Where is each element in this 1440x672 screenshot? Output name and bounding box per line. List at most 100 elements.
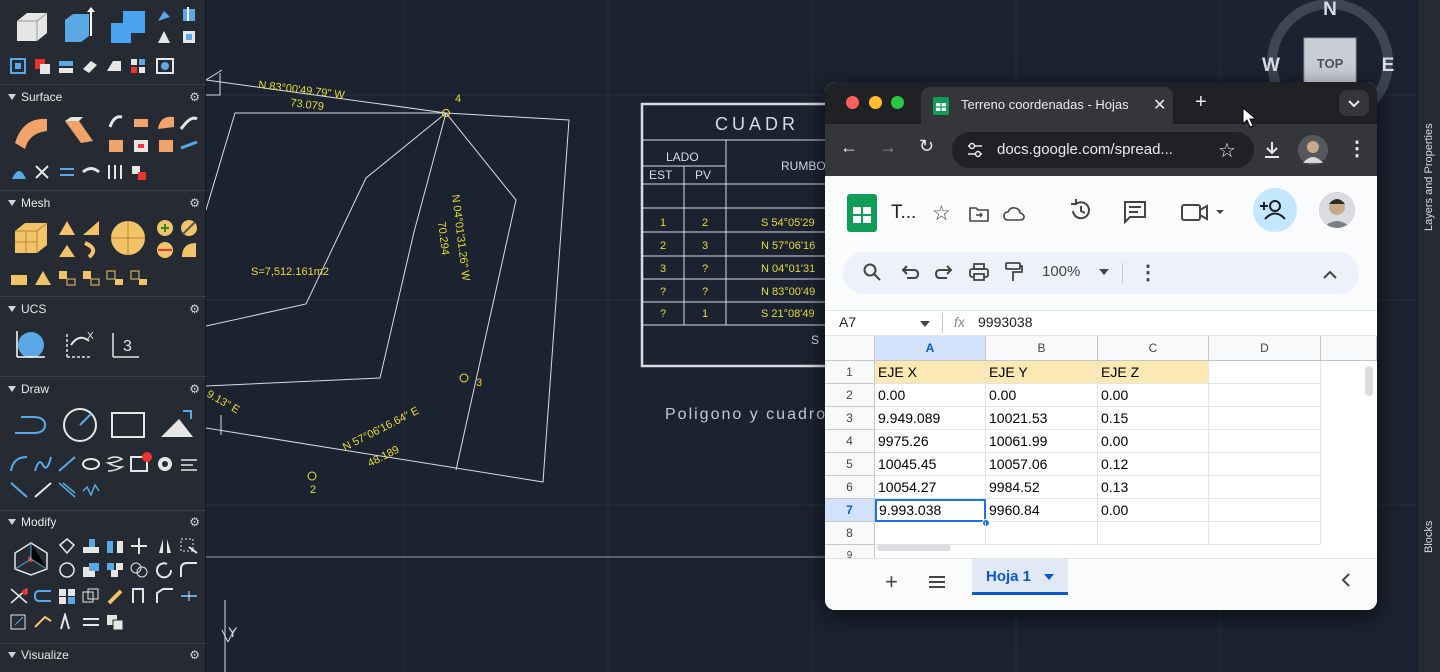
table-cell[interactable] bbox=[1209, 476, 1321, 499]
section-title-ucs[interactable]: UCS ⚙ bbox=[0, 299, 206, 319]
vertical-scrollbar-thumb[interactable] bbox=[1365, 366, 1373, 396]
line-icon[interactable] bbox=[56, 454, 78, 474]
table-cell[interactable]: 10054.27 bbox=[875, 476, 986, 499]
gear-icon[interactable]: ⚙ bbox=[189, 193, 200, 213]
table-cell[interactable]: 9984.52 bbox=[986, 476, 1098, 499]
section-plane-icon[interactable] bbox=[128, 56, 148, 76]
viewcube-top-face[interactable]: TOP bbox=[1317, 56, 1344, 71]
mesh-smooth-icon[interactable] bbox=[155, 218, 175, 238]
surface-edit-icon-3[interactable] bbox=[80, 162, 102, 182]
shell-icon[interactable] bbox=[104, 56, 124, 76]
collapse-menus-icon[interactable] bbox=[1323, 266, 1337, 284]
edit-hatch-icon[interactable] bbox=[56, 612, 78, 632]
mesh-edit-icon-3[interactable] bbox=[56, 268, 78, 288]
sheets-logo-icon[interactable] bbox=[847, 194, 877, 232]
table-cell[interactable]: 10021.53 bbox=[986, 407, 1098, 430]
box-solid-icon[interactable] bbox=[12, 8, 50, 46]
mirror-icon[interactable] bbox=[154, 536, 176, 556]
row-header[interactable]: 3 bbox=[825, 407, 875, 430]
section-title-modify[interactable]: Modify ⚙ bbox=[0, 512, 206, 532]
xline-icon[interactable] bbox=[32, 480, 54, 500]
browser-tab[interactable]: Terreno coordenadas - Hojas ✕ bbox=[921, 87, 1173, 124]
revolve-icon[interactable] bbox=[180, 6, 198, 24]
table-cell[interactable] bbox=[875, 522, 986, 545]
mesh-edit-icon-6[interactable] bbox=[128, 268, 150, 288]
column-header-empty[interactable] bbox=[1321, 336, 1377, 361]
mesh-edit-icon-1[interactable] bbox=[8, 268, 30, 288]
close-tab-icon[interactable]: ✕ bbox=[1153, 95, 1166, 115]
extrude-icon[interactable] bbox=[60, 6, 98, 46]
table-cell[interactable] bbox=[1209, 522, 1321, 545]
tab-search-button[interactable] bbox=[1339, 90, 1369, 116]
untrim-icon[interactable] bbox=[155, 135, 177, 155]
gizmo-icon[interactable] bbox=[10, 538, 52, 578]
back-icon[interactable]: ← bbox=[840, 137, 858, 158]
chamfer-icon[interactable] bbox=[154, 586, 176, 606]
presspull-icon[interactable] bbox=[180, 28, 198, 46]
network-surface-icon[interactable] bbox=[10, 112, 52, 152]
draworder-icon[interactable] bbox=[104, 612, 126, 632]
forward-icon[interactable]: → bbox=[879, 137, 897, 158]
account-avatar[interactable] bbox=[1319, 192, 1355, 228]
surface-edit-icon-5[interactable] bbox=[128, 162, 150, 182]
table-cell[interactable] bbox=[1209, 453, 1321, 476]
rotate-icon[interactable] bbox=[154, 560, 176, 580]
mesh-pyramid-icon[interactable] bbox=[56, 240, 78, 260]
version-history-icon[interactable] bbox=[1068, 198, 1094, 229]
section-title-visualize[interactable]: Visualize ⚙ bbox=[0, 645, 206, 665]
row-header[interactable]: 8 bbox=[825, 522, 875, 545]
mesh-box-icon[interactable] bbox=[10, 218, 52, 258]
sheet-tab-dropdown-icon[interactable] bbox=[1044, 574, 1054, 580]
close-window-button[interactable] bbox=[846, 96, 859, 109]
table-cell[interactable] bbox=[1209, 407, 1321, 430]
row-header[interactable]: 2 bbox=[825, 384, 875, 407]
hatch-icon[interactable] bbox=[156, 406, 198, 444]
row-header[interactable]: 9 bbox=[825, 545, 875, 558]
spline-icon[interactable] bbox=[32, 454, 54, 474]
table-cell[interactable]: 9960.84 bbox=[986, 499, 1098, 522]
intersect-icon[interactable] bbox=[32, 56, 52, 76]
table-cell[interactable]: 10057.06 bbox=[986, 453, 1098, 476]
table-cell[interactable]: 9.949.089 bbox=[875, 407, 986, 430]
paint-format-icon[interactable] bbox=[1005, 262, 1023, 287]
column-header[interactable]: A bbox=[875, 336, 986, 361]
gear-icon[interactable]: ⚙ bbox=[189, 87, 200, 107]
horizontal-scrollbar-thumb[interactable] bbox=[877, 544, 951, 551]
lengthen-icon[interactable] bbox=[32, 612, 54, 632]
undo-icon[interactable] bbox=[901, 264, 920, 285]
stretch-icon[interactable] bbox=[178, 536, 200, 556]
selected-cell[interactable]: 9.993.038 bbox=[875, 499, 986, 522]
table-cell[interactable]: EJE Z bbox=[1098, 361, 1209, 384]
rectangle-icon[interactable] bbox=[108, 406, 148, 444]
table-cell[interactable]: 0.13 bbox=[1098, 476, 1209, 499]
search-menus-icon[interactable] bbox=[863, 263, 881, 286]
table-cell[interactable] bbox=[1209, 361, 1321, 384]
ucs-3point-icon[interactable]: 3 bbox=[106, 326, 148, 362]
table-cell[interactable]: EJE X bbox=[875, 361, 986, 384]
sculpt-icon[interactable] bbox=[105, 135, 127, 155]
surface-edit-icon-4[interactable] bbox=[104, 162, 126, 182]
zoom-dropdown-icon[interactable] bbox=[1099, 269, 1109, 275]
table-cell[interactable] bbox=[1209, 499, 1321, 522]
pedit-icon[interactable] bbox=[8, 612, 30, 632]
omnibox[interactable]: docs.google.com/spread... ☆ bbox=[952, 132, 1254, 168]
table-cell[interactable]: 10045.45 bbox=[875, 453, 986, 476]
mesh-cone-icon[interactable] bbox=[56, 218, 78, 238]
divide-icon[interactable] bbox=[56, 480, 78, 500]
3drotate-icon[interactable] bbox=[56, 560, 78, 580]
table-cell[interactable] bbox=[1209, 430, 1321, 453]
fillet-surface-icon[interactable] bbox=[155, 112, 177, 132]
loft-icon[interactable] bbox=[155, 28, 173, 46]
cloud-status-icon[interactable] bbox=[1003, 206, 1025, 227]
gear-icon[interactable]: ⚙ bbox=[189, 379, 200, 399]
new-tab-icon[interactable]: + bbox=[1195, 91, 1207, 114]
break-icon[interactable] bbox=[128, 586, 150, 606]
interfere-icon[interactable] bbox=[154, 56, 176, 76]
blocks-panel-tab[interactable]: Blocks bbox=[1423, 521, 1435, 553]
array-icon[interactable] bbox=[104, 560, 126, 580]
document-title[interactable]: T... bbox=[891, 202, 916, 224]
meet-video-icon[interactable] bbox=[1181, 202, 1227, 229]
row-header[interactable]: 1 bbox=[825, 361, 875, 384]
scale-icon[interactable] bbox=[128, 560, 150, 580]
mirror3d-icon[interactable] bbox=[104, 536, 126, 556]
